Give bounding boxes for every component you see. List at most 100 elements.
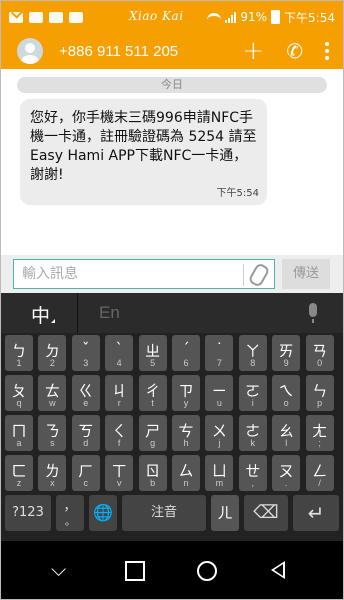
key-hint: 5 <box>150 358 156 368</box>
key-hint: 9 <box>283 358 289 368</box>
key[interactable]: ㄣp <box>305 375 334 411</box>
clock: 下午5:54 <box>284 10 335 25</box>
back-icon[interactable] <box>271 561 285 579</box>
globe-icon[interactable]: 🌐 <box>89 495 117 531</box>
key-hint: c <box>83 478 89 488</box>
key[interactable]: ˙ 7 <box>205 335 234 371</box>
key-hint: ; <box>318 438 321 448</box>
key[interactable]: ㄊw <box>38 375 67 411</box>
key[interactable]: ㄡ. <box>272 455 301 491</box>
key-hint: x <box>50 478 55 488</box>
punctuation-key[interactable]: ，。 <box>56 495 84 531</box>
key-hint: s <box>50 438 55 448</box>
avatar-icon[interactable] <box>17 38 43 64</box>
key[interactable]: ㄛi <box>238 375 267 411</box>
key[interactable]: ㄝ, <box>238 455 267 491</box>
more-vert-icon[interactable] <box>325 42 329 60</box>
key[interactable]: ㄞ9 <box>272 335 301 371</box>
key-symbol: ˋ <box>115 340 123 358</box>
phone-icon[interactable]: ✆ <box>286 39 303 63</box>
key[interactable]: ㄤ; <box>305 415 334 451</box>
lang-zhuyin-button[interactable]: 中 <box>31 301 50 328</box>
key-hint: e <box>83 398 89 408</box>
key[interactable]: ㄙn <box>172 455 200 491</box>
lang-english-button[interactable]: En <box>99 303 120 323</box>
battery-level: 91% <box>240 10 268 24</box>
key-hint: w <box>49 398 56 408</box>
key-hint: 6 <box>183 358 189 368</box>
key[interactable]: ㄗy <box>172 375 200 411</box>
key-hint: , <box>251 478 255 488</box>
divider <box>243 264 244 286</box>
key[interactable]: ㄥ / <box>305 455 334 491</box>
key[interactable]: ㄍe <box>71 375 100 411</box>
message-input-box[interactable] <box>13 259 275 289</box>
key[interactable]: ㄒv <box>105 455 134 491</box>
attach-icon[interactable] <box>247 261 271 289</box>
key-hint: p <box>317 398 323 408</box>
home-icon[interactable] <box>197 561 217 581</box>
key-hint: j <box>218 438 221 448</box>
watermark: Xiao Kai <box>129 9 184 23</box>
send-button[interactable]: 傳送 <box>282 259 330 289</box>
enter-icon[interactable]: ↵ <box>293 495 339 531</box>
key[interactable]: ㄆq <box>5 375 33 411</box>
recents-icon[interactable] <box>125 561 145 581</box>
key[interactable]: ˇ3 <box>71 335 100 371</box>
backspace-icon[interactable]: ⌫ <box>244 495 288 531</box>
wifi-icon <box>207 12 222 26</box>
key[interactable]: ㄘh <box>172 415 200 451</box>
key[interactable]: ㄏc <box>71 455 100 491</box>
key-hint: k <box>250 438 256 448</box>
key-hint: g <box>150 438 156 448</box>
keyboard-icon <box>49 11 63 23</box>
key[interactable]: ㄐr <box>105 375 134 411</box>
space-key[interactable]: 注音 <box>122 495 206 531</box>
numbers-key[interactable]: ?123 <box>5 495 51 531</box>
key-hint: t <box>151 398 154 408</box>
contact-number[interactable]: +886 911 511 205 <box>59 43 178 60</box>
key[interactable]: ㄌx <box>38 455 67 491</box>
date-divider: 今日 <box>17 77 327 93</box>
er-key[interactable]: ㄦ <box>211 495 239 531</box>
compose-bar: 傳送 <box>1 255 343 293</box>
key[interactable]: ㄜk <box>238 415 267 451</box>
key[interactable]: ㄨj <box>205 415 234 451</box>
key[interactable]: ㄇa <box>5 415 33 451</box>
message-list[interactable]: 今日 您好，你手機末三碼996申請NFC手機一卡通，註冊驗證碼為 5254 請至… <box>1 69 343 255</box>
hide-keyboard-icon[interactable]: ⌵ <box>51 557 66 581</box>
key[interactable]: ㄎd <box>71 415 100 451</box>
keyboard: 中 En ㄅ 1 ㄉ 2 ˇ 3 ˋ 4 ㄓ 5 ˊ 6 ˙ 7 ㄚ 8 ㄞ 9 ㄢ 0 ㄆ q ㄊ w ㄍ e ㄐ r ㄔ t ㄗ y ㄧ u ㄛ… <box>1 293 343 541</box>
mic-icon[interactable] <box>309 303 317 323</box>
key[interactable]: ˋ4 <box>105 335 134 371</box>
key-symbol: ˇ <box>82 340 90 358</box>
key[interactable]: ㄔt <box>138 375 167 411</box>
key[interactable]: ㄓ5 <box>138 335 167 371</box>
battery-icon <box>271 10 281 24</box>
message-text: 您好，你手機末三碼996申請NFC手機一卡通，註冊驗證碼為 5254 請至Eas… <box>30 110 257 183</box>
key[interactable]: ㄧu <box>205 375 234 411</box>
key-hint: 。 <box>65 517 75 528</box>
key[interactable]: ㄅ1 <box>5 335 33 371</box>
key[interactable]: ㄠl <box>272 415 301 451</box>
key[interactable]: ㄋs <box>38 415 67 451</box>
key-symbol: ˙ <box>215 340 224 358</box>
message-bubble[interactable]: 您好，你手機末三碼996申請NFC手機一卡通，註冊驗證碼為 5254 請至Eas… <box>20 99 267 205</box>
key[interactable]: ㄩm <box>205 455 234 491</box>
key-symbol: ˊ <box>182 340 190 358</box>
key[interactable]: ㄢ0 <box>305 335 334 371</box>
key[interactable]: ㄟo <box>272 375 301 411</box>
key[interactable]: ㄑf <box>105 415 134 451</box>
key-hint: 0 <box>317 358 323 368</box>
message-input[interactable] <box>14 265 244 283</box>
navigation-bar: ⌵ <box>1 541 343 599</box>
key[interactable]: ㄈz <box>5 455 33 491</box>
key[interactable]: ㄚ8 <box>238 335 267 371</box>
key-hint: / <box>318 478 321 488</box>
key[interactable]: ㄖb <box>138 455 167 491</box>
key[interactable]: ㄕg <box>138 415 167 451</box>
key[interactable]: ˊ6 <box>172 335 200 371</box>
key-hint: i <box>251 398 254 408</box>
key[interactable]: ㄉ2 <box>38 335 67 371</box>
plus-icon[interactable]: + <box>242 38 264 64</box>
